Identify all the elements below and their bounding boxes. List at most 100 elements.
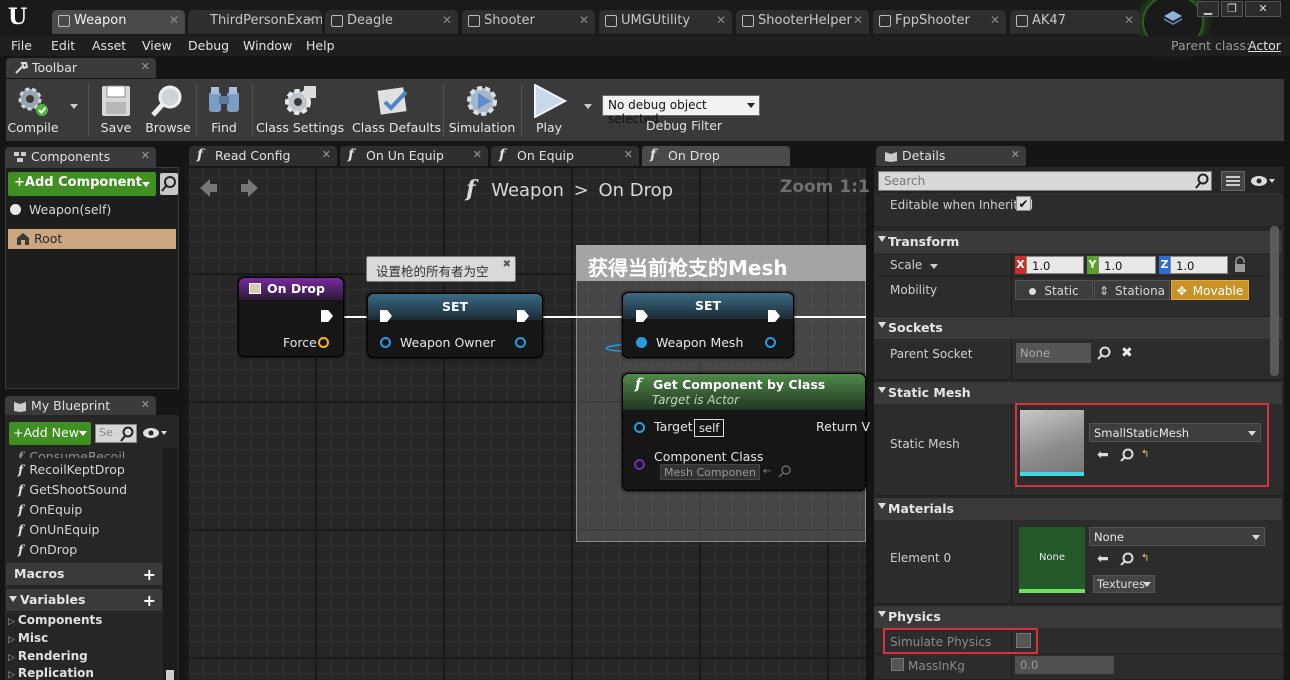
force-pin[interactable] [318,337,329,348]
static-mesh-category-header[interactable]: Static Mesh [874,382,1282,404]
clear-socket-icon[interactable]: ✖ [1121,345,1133,361]
source-control-icon[interactable] [1163,10,1183,26]
mass-in-kg-input[interactable]: 0.0 [1015,656,1114,674]
material-thumbnail[interactable]: None [1019,527,1085,593]
close-icon[interactable]: ✕ [579,13,589,27]
graph-tab-on-drop[interactable]: f On Drop [642,146,790,166]
textures-dropdown[interactable]: Textures [1093,575,1155,593]
close-icon[interactable]: ✕ [169,13,179,27]
find-button[interactable]: Find [188,82,260,138]
view-options-eye-icon[interactable] [1249,174,1279,188]
static-mesh-select[interactable]: SmallStaticMesh [1089,423,1261,442]
play-button[interactable]: Play [513,82,585,138]
document-tab-shooterhelper[interactable]: ShooterHelper ✕ [736,10,869,34]
details-search-input[interactable]: Search [878,171,1212,191]
mobility-static-button[interactable]: Static [1015,280,1093,300]
variable-category-rendering[interactable]: ▷ Rendering [8,649,88,663]
component-root-item[interactable]: Root [8,229,176,249]
component-self-item[interactable]: Weapon(self) [29,202,111,217]
close-icon[interactable]: ✕ [141,60,150,73]
variable-category-replication[interactable]: ▷ Replication [8,666,94,680]
weapon-owner-out-pin[interactable] [515,337,526,348]
close-icon[interactable]: ✕ [473,148,482,161]
details-panel-tab[interactable]: Details ✕ [876,146,1026,166]
materials-category-header[interactable]: Materials [874,498,1282,520]
search-icon[interactable] [1120,448,1134,465]
menu-asset[interactable]: Asset [92,38,126,53]
minimize-button[interactable]: ▁ [1197,1,1219,17]
browse-arrow-icon[interactable]: ← [763,466,771,477]
scrollbar-thumb[interactable] [166,670,174,680]
simulate-physics-checkbox[interactable] [1016,633,1031,648]
my-blueprint-panel-tab[interactable]: My Blueprint ✕ [5,396,156,416]
scale-z-input[interactable]: 1.0 [1170,256,1228,274]
play-options-chevron-icon[interactable] [584,104,592,109]
weapon-mesh-in-pin[interactable] [636,337,647,348]
transform-category-header[interactable]: Transform [874,231,1282,253]
graph-tab-read-config[interactable]: f Read Config ✕ [189,146,337,166]
static-mesh-thumbnail[interactable] [1020,410,1084,476]
editable-when-inherited-checkbox[interactable]: ✔ [1016,196,1031,211]
function-item-getshootsound[interactable]: f GetShootSound [18,482,127,497]
variable-category-components[interactable]: ▷ Components [8,613,102,627]
close-icon[interactable]: ✕ [141,149,150,162]
my-blueprint-scrollbar[interactable] [163,448,177,680]
variable-category-misc[interactable]: ▷ Misc [8,631,48,645]
variables-section-header[interactable]: Variables + [6,589,162,611]
compile-options-chevron-icon[interactable] [70,104,78,109]
physics-category-header[interactable]: Physics [874,606,1282,628]
weapon-mesh-out-pin[interactable] [765,337,776,348]
component-class-pin[interactable] [634,459,645,470]
debug-object-select[interactable]: No debug object selected [602,95,760,126]
document-tab-ak47[interactable]: AK47 ✕ [1010,10,1140,34]
search-icon[interactable] [778,464,792,481]
parent-socket-value[interactable]: None [1016,343,1091,363]
pin-icon[interactable]: ✖ [503,259,511,270]
component-class-select[interactable]: Mesh Componen [660,464,760,480]
class-settings-button[interactable]: Class Settings [256,82,344,138]
maximize-button[interactable]: ❐ [1221,1,1243,17]
close-icon[interactable]: ✕ [442,13,452,27]
search-icon[interactable] [1120,552,1134,569]
search-icon[interactable] [1097,346,1111,363]
class-defaults-button[interactable]: Class Defaults [352,82,441,138]
toolbar-panel-tab[interactable]: Toolbar ✕ [6,58,156,78]
graph-tab-on-un-equip[interactable]: f On Un Equip ✕ [340,146,488,166]
details-scrollbar[interactable] [1270,226,1279,376]
weapon-owner-in-pin[interactable] [380,337,391,348]
document-tab-shooter[interactable]: Shooter ✕ [462,10,595,34]
macros-section-header[interactable]: Macros + [6,563,162,585]
components-panel-tab[interactable]: Components ✕ [5,147,156,167]
lock-icon[interactable] [1233,256,1247,277]
reset-to-default-icon[interactable]: ↰ [1141,553,1149,564]
scale-x-input[interactable]: 1.0 [1026,256,1084,274]
menu-file[interactable]: File [11,38,32,53]
document-tab-thirdpersonexamp[interactable]: ThirdPersonExamp ✕ [188,10,322,34]
compile-button[interactable]: Compile [0,82,69,138]
function-item-onequip[interactable]: f OnEquip [18,502,82,517]
scale-label[interactable]: Scale [890,258,939,272]
menu-edit[interactable]: Edit [51,38,75,53]
simulation-button[interactable]: Simulation [446,82,518,138]
document-tab-deagle[interactable]: Deagle ✕ [325,10,458,34]
menu-help[interactable]: Help [306,38,335,53]
view-options-eye-icon[interactable] [142,425,170,441]
menu-window[interactable]: Window [243,38,292,53]
components-search-icon[interactable] [160,173,178,195]
my-blueprint-search-input[interactable]: Se [95,424,137,443]
close-icon[interactable]: ✕ [306,13,316,27]
use-selected-arrow-icon[interactable]: ⬅ [1097,551,1109,567]
function-item-onunequip[interactable]: f OnUnEquip [18,522,99,537]
target-pin[interactable] [634,422,645,433]
graph-tab-on-equip[interactable]: f On Equip ✕ [491,146,639,166]
close-icon[interactable]: ✕ [322,148,331,161]
add-component-button[interactable]: +Add Component [8,172,156,196]
close-icon[interactable]: ✕ [141,398,150,411]
menu-view[interactable]: View [142,38,172,53]
add-new-button[interactable]: +Add New [9,422,91,445]
property-matrix-icon[interactable] [1221,171,1245,191]
close-icon[interactable]: ✕ [1011,148,1020,161]
mass-override-checkbox[interactable] [891,658,904,671]
mobility-movable-button[interactable]: ✥ Movable [1171,280,1249,300]
mobility-stationary-button[interactable]: ⇕ Stationa [1094,280,1170,300]
